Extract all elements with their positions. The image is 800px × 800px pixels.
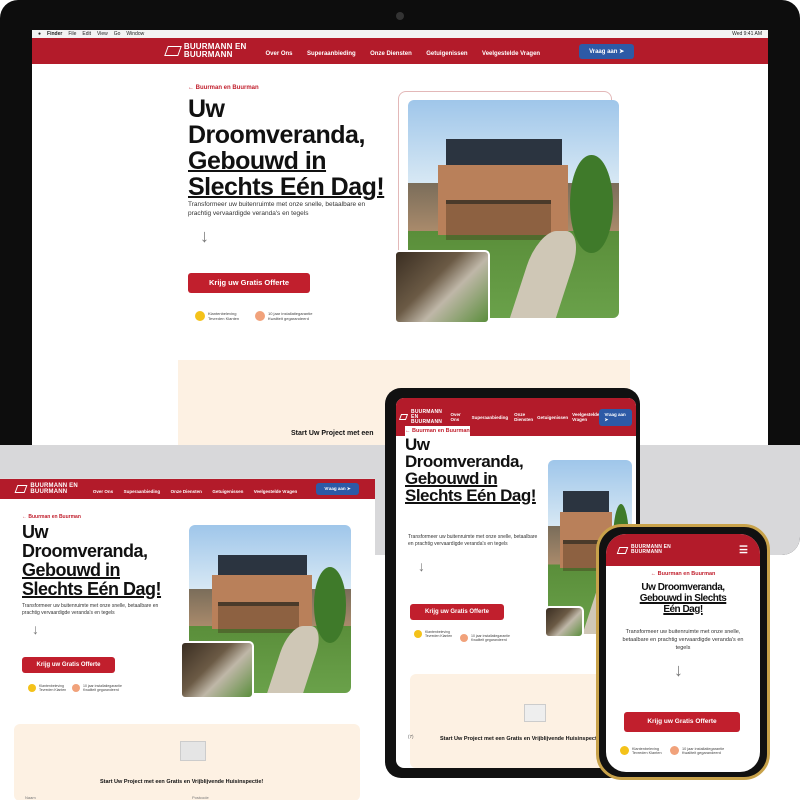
warranty-badge-icon [255, 311, 265, 321]
send-icon: ➤ [619, 48, 625, 55]
tablet-veranda-detail-photo [544, 606, 584, 638]
tablet-brand-logo[interactable]: BUURMANN EN BUURMANN [398, 409, 445, 425]
veranda-detail-photo [394, 250, 490, 324]
laptop-warranty-badge-icon [72, 684, 80, 692]
phone-warranty-badge-icon [670, 746, 679, 755]
phone-arrow-doodle-icon: ↓ [674, 660, 683, 680]
laptop-brand-mark-icon [14, 485, 28, 493]
inspection-title: Start Uw Project met een [291, 430, 374, 437]
tablet-nav-superaanbieding[interactable]: Superaanbieding [472, 415, 509, 420]
tablet-nav-onze-diensten[interactable]: Onze Diensten [514, 412, 533, 422]
tablet-warranty-badge-icon [460, 634, 468, 642]
laptop-main-nav: Over Ons Superaanbieding Onze Diensten G… [90, 480, 300, 498]
tablet-hero-cta-button[interactable]: Krijg uw Gratis Offerte [410, 604, 504, 620]
phone-rating-badge-icon [620, 746, 629, 755]
laptop-form-name-field[interactable]: Naam [25, 795, 36, 800]
nav-onze-diensten[interactable]: Onze Diensten [370, 51, 412, 57]
rating-badge-icon [195, 311, 205, 321]
imac-camera [396, 12, 404, 20]
nav-superaanbieding[interactable]: Superaanbieding [307, 51, 356, 57]
laptop-nav-onze-diensten[interactable]: Onze Diensten [171, 489, 202, 494]
brand-logo[interactable]: BUURMANN EN BUURMANN [164, 43, 247, 59]
brand-mark-icon [164, 46, 182, 56]
laptop-site-header: BUURMANN EN BUURMANN Over Ons Superaanbie… [0, 479, 375, 499]
tablet-nav-getuigenissen[interactable]: Getuigenissen [537, 415, 568, 420]
tablet-counter-badge: (7) [408, 734, 414, 739]
menu-window[interactable]: Window [126, 31, 144, 37]
tablet-nav-faq[interactable]: Veelgestelde Vragen [572, 412, 599, 422]
hero-subtitle: Transformeer uw buitenruimte met onze sn… [188, 201, 366, 217]
laptop-veranda-detail-photo [180, 641, 254, 699]
laptop-hero-title: Uw Droomveranda, Gebouwd in Slechts Eén … [22, 522, 162, 599]
laptop-nav-superaanbieding[interactable]: Superaanbieding [124, 489, 161, 494]
hero-cta-button[interactable]: Krijg uw Gratis Offerte [188, 273, 310, 293]
laptop-hero-cta-button[interactable]: Krijg uw Gratis Offerte [22, 657, 115, 673]
laptop-nav-faq[interactable]: Veelgestelde Vragen [254, 489, 298, 494]
phone-hero-cta-button[interactable]: Krijg uw Gratis Offerte [624, 712, 740, 732]
site-header: BUURMANN EN BUURMANN Over Ons Superaanbie… [32, 38, 768, 64]
device-mockup-scene: ● Finder File Edit View Go Window Wed 9:… [0, 0, 800, 800]
menu-file[interactable]: File [68, 31, 76, 37]
phone-brand-logo[interactable]: BUURMANN EN BUURMANN [616, 545, 671, 555]
laptop-screen: BUURMANN EN BUURMANN Over Ons Superaanbie… [0, 478, 375, 800]
laptop-rating-badge-icon [28, 684, 36, 692]
mac-menu-bar: ● Finder File Edit View Go Window Wed 9:… [32, 30, 768, 38]
tablet-form-icon [524, 704, 546, 722]
tablet-badge-garantie: 10 jaar installatiegarantie Kwaliteit geg… [460, 634, 510, 642]
request-button[interactable]: Vraag aan ➤ [579, 43, 635, 59]
nav-over-ons[interactable]: Over Ons [266, 51, 293, 57]
laptop-request-button[interactable]: Vraag aan ➤ [316, 483, 359, 495]
menu-clock: Wed 9:41 AM [732, 31, 762, 37]
hero-eyebrow: ← Buurman en Buurman [188, 85, 259, 91]
main-nav: Over Ons Superaanbieding Onze Diensten G… [261, 42, 546, 60]
hero-title: Uw Droomveranda, Gebouwd in Slechts Eén … [188, 95, 385, 201]
nav-getuigenissen[interactable]: Getuigenissen [426, 51, 467, 57]
phone-hero-eyebrow: ← Buurman en Buurman [650, 571, 716, 577]
laptop-hero-subtitle: Transformeer uw buitenruimte met onze sn… [22, 603, 159, 616]
phone-badge-klantenbeleving: Klantenbeleving Tevreden Klanten [620, 746, 662, 755]
laptop-nav-over-ons[interactable]: Over Ons [93, 489, 113, 494]
menu-app[interactable]: Finder [47, 31, 62, 37]
tablet-request-button[interactable]: Vraag aan ➤ [599, 408, 632, 426]
arrow-doodle-icon: ↓ [200, 226, 209, 246]
laptop-arrow-doodle-icon: ↓ [32, 621, 39, 637]
badge-garantie: 10 jaar installatiegarantie Kwaliteit geg… [255, 311, 312, 321]
laptop-badge-garantie: 10 jaar installatiegarantie Kwaliteit geg… [72, 684, 122, 692]
laptop-brand-logo[interactable]: BUURMANN EN BUURMANN [14, 483, 78, 495]
tablet-rating-badge-icon [414, 630, 422, 638]
nav-faq[interactable]: Veelgestelde Vragen [482, 51, 540, 57]
laptop-inspection-section [14, 724, 360, 800]
laptop-badge-klantenbeleving: Klantenbeleving Tevreden Klanten [28, 684, 66, 692]
laptop-send-icon: ➤ [346, 486, 351, 491]
laptop-form-postcode-field[interactable]: Postcode [192, 795, 209, 800]
laptop-inspection-title: Start Uw Project met een Gratis en Vrijb… [100, 779, 264, 785]
phone-hero-subtitle: Transformeer uw buitenruimte met onze sn… [622, 629, 744, 651]
laptop-nav-getuigenissen[interactable]: Getuigenissen [212, 489, 243, 494]
menu-view[interactable]: View [97, 31, 108, 37]
tablet-nav-over-ons[interactable]: Over Ons [451, 412, 468, 422]
imac-screen: ● Finder File Edit View Go Window Wed 9:… [32, 30, 768, 445]
phone-brand-mark-icon [616, 546, 629, 554]
tablet-arrow-doodle-icon: ↓ [418, 558, 425, 574]
badge-klantenbeleving: Klantenbeleving Tevreden Klanten [195, 311, 239, 321]
apple-icon[interactable]: ● [38, 31, 41, 37]
laptop-hero-eyebrow: ← Buurman en Buurman [22, 514, 81, 520]
phone-screen: BUURMANN EN BUURMANN ☰ ← Buurman en Buurm… [606, 534, 760, 772]
tablet-badge-klantenbeleving: Klantenbeleving Tevreden Klanten [414, 630, 452, 638]
tablet-hero-subtitle: Transformeer uw buitenruimte met onze sn… [408, 534, 538, 547]
hamburger-menu-icon[interactable]: ☰ [739, 545, 748, 556]
menu-go[interactable]: Go [114, 31, 121, 37]
tablet-hero-title: Uw Droomveranda, Gebouwd in Slechts Eén … [405, 435, 536, 505]
phone-badge-garantie: 10 jaar installatiegarantie Kwaliteit geg… [670, 746, 724, 755]
phone-site-header: BUURMANN EN BUURMANN ☰ [606, 534, 760, 566]
tablet-send-icon: ➤ [604, 416, 609, 422]
laptop-form-icon [180, 741, 206, 761]
menu-edit[interactable]: Edit [82, 31, 91, 37]
tablet-brand-mark-icon [398, 414, 409, 420]
phone-hero-title: Uw Droomveranda, Gebouwd in Slechts Eén … [639, 582, 727, 615]
